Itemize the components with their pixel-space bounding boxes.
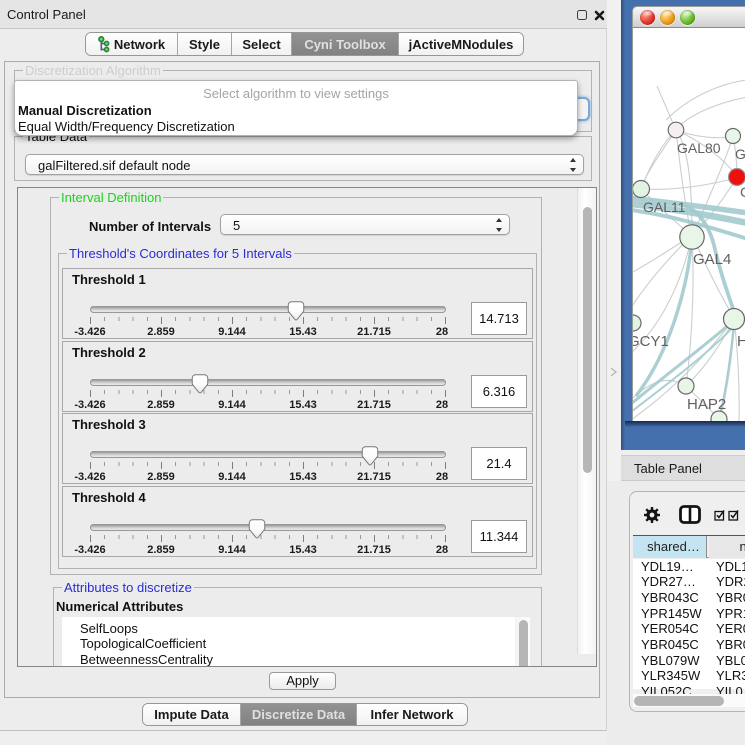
svg-text:H: H (737, 333, 745, 350)
svg-text:GAL80: GAL80 (677, 140, 721, 156)
svg-text:GAL11: GAL11 (643, 199, 686, 215)
svg-text:GA: GA (735, 146, 745, 162)
svg-text:GAL4: GAL4 (693, 251, 731, 268)
svg-text:C: C (740, 184, 745, 200)
svg-text:HAP2: HAP2 (687, 396, 726, 413)
svg-text:GCY1: GCY1 (633, 333, 669, 350)
